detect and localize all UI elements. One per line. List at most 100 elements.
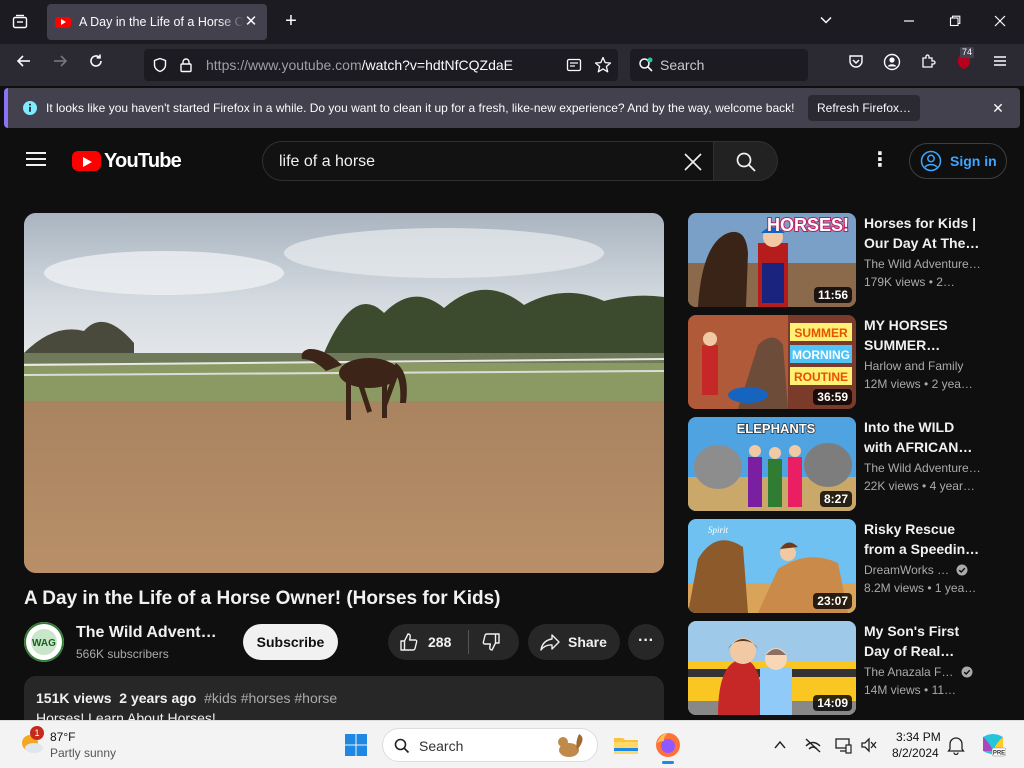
- recommendation-item[interactable]: HORSES! 11:56 Horses for Kids | Our Day A…: [688, 213, 1008, 307]
- firefox-refresh-notification: It looks like you haven't started Firefo…: [4, 88, 1020, 128]
- notification-message: It looks like you haven't started Firefo…: [46, 101, 795, 115]
- video-thumbnail[interactable]: 14:09: [688, 621, 856, 715]
- video-duration: 36:59: [813, 389, 852, 405]
- refresh-firefox-button[interactable]: Refresh Firefox…: [808, 95, 920, 121]
- active-tab[interactable]: A Day in the Life of a Horse Owner! (Hor…: [47, 4, 267, 40]
- recommendation-item[interactable]: Spirit 23:07 Risky Rescue from a Speedin……: [688, 519, 1008, 613]
- extension-badge-count: 74: [960, 47, 975, 58]
- taskbar-search-box[interactable]: Search: [382, 728, 598, 762]
- recommendation-item[interactable]: 14:09 My Son's First Day of Real… The Ana…: [688, 621, 1008, 715]
- browser-tab-bar: A Day in the Life of a Horse Owner! (Hor…: [0, 0, 1024, 44]
- weather-badge: 1: [30, 726, 44, 740]
- recommendation-channel[interactable]: The Anazala F…: [864, 665, 973, 679]
- video-duration: 14:09: [813, 695, 852, 711]
- url-text[interactable]: https://www.youtube.com/watch?v=hdtNfCQZ…: [206, 57, 513, 73]
- recommendation-title[interactable]: MY HORSES SUMMER…: [864, 315, 982, 355]
- display-icon[interactable]: [834, 736, 852, 754]
- subscribe-button[interactable]: Subscribe: [243, 624, 338, 660]
- notification-bell-icon[interactable]: [946, 735, 966, 756]
- like-dislike-divider: [468, 630, 469, 654]
- more-actions-icon[interactable]: ···: [628, 624, 664, 660]
- file-explorer-icon[interactable]: [612, 731, 640, 759]
- recommendation-item[interactable]: SUMMER MORNING ROUTINE 36:59 MY HORSES SUMM…: [688, 315, 1008, 409]
- thumbnail-caption: HORSES!: [767, 215, 849, 235]
- address-bar[interactable]: https://www.youtube.com/watch?v=hdtNfCQZ…: [144, 49, 618, 81]
- forward-arrow-icon[interactable]: [48, 53, 72, 77]
- search-engine-icon[interactable]: [638, 57, 654, 73]
- settings-more-vertical-icon[interactable]: ⋮: [868, 150, 892, 174]
- reload-icon[interactable]: [84, 53, 108, 77]
- video-thumbnail[interactable]: SUMMER MORNING ROUTINE 36:59: [688, 315, 856, 409]
- info-icon: [22, 100, 38, 116]
- video-thumbnail[interactable]: ELEPHANTS 8:27: [688, 417, 856, 511]
- network-icon[interactable]: [804, 736, 822, 754]
- show-hidden-icons-chevron-icon[interactable]: [772, 737, 788, 753]
- recommendation-title[interactable]: Into the WILD with AFRICAN…: [864, 417, 982, 457]
- restore-window-button[interactable]: [943, 10, 967, 34]
- video-thumbnail[interactable]: HORSES! 11:56: [688, 213, 856, 307]
- share-arrow-icon: [540, 634, 560, 651]
- firefox-taskbar-icon[interactable]: [654, 731, 682, 764]
- ublock-extension-icon[interactable]: 74: [952, 47, 976, 77]
- windows-taskbar: 1 87°F Partly sunny Search 3:34 PM 8/2/2…: [0, 720, 1024, 768]
- pocket-icon[interactable]: [844, 53, 868, 77]
- recommendation-title[interactable]: My Son's First Day of Real…: [864, 621, 982, 661]
- recommendation-views: 12M views • 2 yea…: [864, 377, 973, 391]
- bookmark-star-icon[interactable]: [594, 56, 612, 74]
- share-button[interactable]: Share: [528, 624, 620, 660]
- notification-close-icon[interactable]: ✕: [988, 98, 1008, 118]
- channel-name[interactable]: The Wild Adventure Girls: [76, 624, 226, 642]
- recommendation-channel[interactable]: The Wild Adventure…: [864, 257, 981, 271]
- clock-date[interactable]: 8/2/2024: [892, 746, 939, 760]
- account-icon[interactable]: [880, 53, 904, 77]
- recommendation-views: 179K views • 2…: [864, 275, 955, 289]
- sign-in-label: Sign in: [950, 153, 997, 169]
- youtube-search-input[interactable]: life of a horse: [262, 141, 714, 181]
- back-arrow-icon[interactable]: [12, 53, 36, 77]
- channel-avatar[interactable]: WAG: [24, 622, 64, 662]
- copilot-icon[interactable]: PRE: [980, 731, 1007, 759]
- thumbnail-caption: SUMMER: [794, 326, 848, 340]
- search-highlight-squirrel-icon: [558, 734, 583, 757]
- volume-muted-icon[interactable]: [860, 736, 878, 754]
- youtube-logo[interactable]: YouTube: [72, 149, 182, 173]
- app-menu-hamburger-icon[interactable]: [988, 53, 1012, 77]
- video-thumbnail[interactable]: Spirit 23:07: [688, 519, 856, 613]
- recommendation-channel[interactable]: Harlow and Family: [864, 359, 963, 373]
- extensions-puzzle-icon[interactable]: [916, 53, 940, 77]
- sign-in-button[interactable]: Sign in: [909, 143, 1007, 179]
- weather-widget-icon[interactable]: 1: [18, 726, 46, 757]
- close-window-button[interactable]: [988, 10, 1012, 34]
- clear-search-icon[interactable]: [677, 146, 709, 178]
- video-meta: 151K views 2 years ago #kids #horses #ho…: [36, 690, 337, 706]
- guide-menu-icon[interactable]: [24, 148, 48, 172]
- recommendation-item[interactable]: ELEPHANTS 8:27 Into the WILD with AFRICAN…: [688, 417, 1008, 511]
- browser-search-bar[interactable]: Search: [630, 49, 808, 81]
- weather-temperature[interactable]: 87°F: [50, 730, 75, 744]
- lock-icon[interactable]: [178, 57, 194, 73]
- video-frame-horse-in-arena: [24, 213, 664, 573]
- minimize-window-button[interactable]: [897, 10, 921, 34]
- reader-view-icon[interactable]: [566, 57, 582, 73]
- tracking-protection-shield-icon[interactable]: [152, 57, 168, 73]
- recommendation-views: 8.2M views • 1 yea…: [864, 581, 977, 595]
- tab-list-icon[interactable]: [8, 10, 32, 34]
- video-duration: 8:27: [819, 491, 852, 507]
- weather-description[interactable]: Partly sunny: [50, 746, 116, 760]
- recommendation-title[interactable]: Risky Rescue from a Speedin…: [864, 519, 982, 559]
- windows-start-icon[interactable]: [344, 733, 368, 757]
- hashtags[interactable]: #kids #horses #horse: [204, 690, 337, 706]
- youtube-search-button[interactable]: [714, 141, 778, 181]
- search-query-text[interactable]: life of a horse: [279, 153, 375, 171]
- like-count[interactable]: 288: [428, 634, 451, 650]
- recommendation-channel[interactable]: DreamWorks …: [864, 563, 968, 577]
- like-thumbs-up-icon[interactable]: [398, 631, 422, 653]
- list-all-tabs-chevron-icon[interactable]: [814, 10, 838, 34]
- recommendation-title[interactable]: Horses for Kids | Our Day At The…: [864, 213, 982, 253]
- dislike-thumbs-down-icon[interactable]: [480, 631, 504, 653]
- video-player[interactable]: [24, 213, 664, 573]
- new-tab-button[interactable]: +: [280, 10, 302, 32]
- recommendation-channel[interactable]: The Wild Adventure…: [864, 461, 981, 475]
- clock-time[interactable]: 3:34 PM: [896, 730, 941, 744]
- tab-close-icon[interactable]: ✕: [243, 14, 259, 30]
